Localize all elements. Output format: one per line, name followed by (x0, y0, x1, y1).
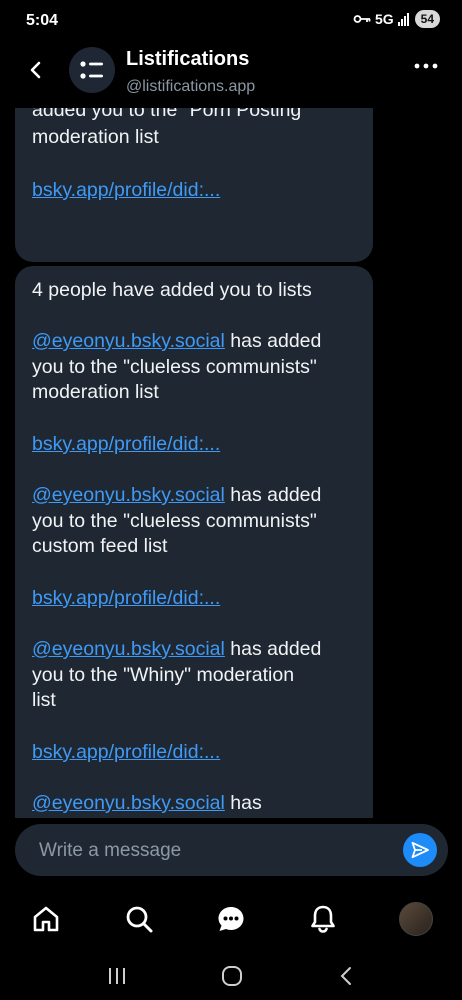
message-list[interactable]: added you to the "Porn Posting" moderati… (0, 108, 462, 818)
status-time: 5:04 (26, 12, 59, 29)
tab-search[interactable] (115, 895, 163, 943)
more-horizontal-icon[interactable] (414, 62, 438, 70)
message-text: moderation list (32, 126, 159, 148)
system-nav-bar (0, 952, 462, 1000)
message-line: you to the "Whiny" moderation (32, 664, 295, 686)
message-line: @eyeonyu.bsky.social has (32, 792, 262, 814)
battery-indicator: 54 (414, 10, 440, 28)
bottom-tab-bar (0, 888, 462, 950)
message-text: added you to the "Porn Posting" (32, 108, 309, 121)
message-composer (15, 824, 448, 876)
message-line: moderation list (32, 381, 159, 403)
contact-avatar[interactable] (69, 47, 115, 93)
avatar (398, 902, 433, 936)
message-input[interactable] (37, 834, 391, 868)
message-line: you to the "clueless communists" (32, 356, 317, 378)
chat-icon (218, 907, 244, 931)
user-mention-link[interactable]: @eyeonyu.bsky.social (32, 330, 225, 352)
message-bubble: added you to the "Porn Posting" moderati… (15, 108, 373, 262)
bell-icon (311, 905, 336, 933)
search-icon (126, 906, 153, 933)
message-line: @eyeonyu.bsky.social has added (32, 638, 322, 660)
status-bar: 5:04 5G 54 (0, 0, 462, 44)
message-line: custom feed list (32, 535, 168, 557)
message-line: list (32, 689, 56, 711)
contact-name[interactable]: Listifications (126, 48, 249, 71)
contact-handle: @listifications.app (126, 78, 256, 95)
home-icon (33, 906, 59, 932)
network-type: 5G (374, 11, 394, 27)
key-icon (353, 15, 371, 23)
chat-header: Listifications @listifications.app (0, 44, 462, 108)
profile-link[interactable]: bsky.app/profile/did:... (32, 741, 220, 763)
profile-link[interactable]: bsky.app/profile/did:... (32, 587, 220, 609)
recents-icon[interactable] (106, 966, 128, 986)
profile-link[interactable]: bsky.app/profile/did:... (32, 179, 220, 201)
chevron-left-icon[interactable] (24, 58, 48, 82)
message-line: @eyeonyu.bsky.social has added (32, 330, 322, 352)
send-button[interactable] (403, 833, 437, 867)
profile-link[interactable]: bsky.app/profile/did:... (32, 433, 220, 455)
message-bubble: 4 people have added you to lists @eyeony… (15, 266, 373, 818)
user-mention-link[interactable]: @eyeonyu.bsky.social (32, 792, 225, 814)
back-icon[interactable] (336, 965, 356, 987)
signal-icon (397, 12, 409, 26)
user-mention-link[interactable]: @eyeonyu.bsky.social (32, 484, 225, 506)
tab-notifications[interactable] (299, 895, 347, 943)
status-icons: 5G 54 (353, 10, 440, 28)
message-line: @eyeonyu.bsky.social has added (32, 484, 322, 506)
list-icon (80, 61, 103, 79)
message-line: you to the "clueless communists" (32, 510, 317, 532)
user-mention-link[interactable]: @eyeonyu.bsky.social (32, 638, 225, 660)
tab-home[interactable] (22, 895, 70, 943)
home-circle-icon[interactable] (220, 964, 244, 988)
message-intro: 4 people have added you to lists (32, 279, 312, 301)
tab-profile[interactable] (392, 895, 440, 943)
send-icon (411, 841, 429, 859)
tab-messages[interactable] (207, 895, 255, 943)
